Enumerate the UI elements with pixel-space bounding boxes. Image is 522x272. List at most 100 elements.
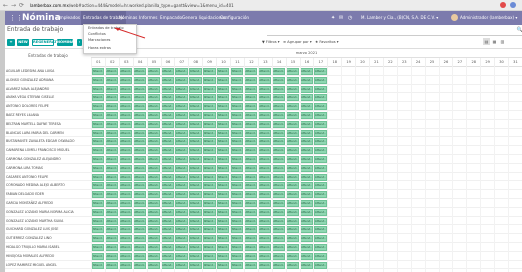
work-entry-pill[interactable]: Attend... — [230, 226, 244, 234]
work-entry-pill[interactable]: Attend... — [313, 261, 327, 269]
work-entry-pill[interactable]: Attend... — [300, 138, 313, 146]
work-entry-pill[interactable]: Attend... — [147, 85, 160, 93]
work-entry-pill[interactable]: Attend... — [300, 173, 313, 181]
chat-icon[interactable]: ✉ — [339, 15, 343, 21]
work-entry-pill[interactable]: Attend... — [202, 217, 216, 225]
work-entry-pill[interactable]: Attend... — [161, 103, 174, 111]
work-entry-pill[interactable]: Attend... — [105, 94, 119, 102]
work-entry-pill[interactable]: Attend... — [313, 156, 327, 163]
work-entry-pill[interactable]: Attend... — [174, 156, 188, 163]
menu-empleados[interactable]: Empleados — [57, 11, 80, 25]
work-entry-pill[interactable]: Attend... — [244, 252, 258, 260]
work-entry-pill[interactable]: Attend... — [216, 138, 230, 146]
new-button[interactable]: NEW — [17, 39, 29, 46]
work-entry-pill[interactable]: Attend... — [286, 208, 299, 216]
work-entry-pill[interactable]: Attend... — [216, 129, 230, 137]
work-entry-pill[interactable]: Attend... — [286, 76, 299, 84]
work-entry-pill[interactable]: Attend... — [202, 235, 216, 243]
work-entry-pill[interactable]: Attend... — [147, 156, 160, 163]
work-entry-pill[interactable]: Attend... — [133, 156, 147, 163]
work-entry-pill[interactable]: Attend... — [216, 120, 230, 128]
work-entry-pill[interactable]: Attend... — [216, 68, 230, 75]
work-entry-pill[interactable]: Attend... — [313, 138, 327, 146]
work-entry-pill[interactable]: Attend... — [147, 112, 160, 119]
work-entry-pill[interactable]: Attend... — [119, 85, 133, 93]
work-entry-pill[interactable]: Attend... — [300, 208, 313, 216]
work-entry-pill[interactable]: Attend... — [188, 112, 202, 119]
work-entry-pill[interactable]: Attend... — [119, 129, 133, 137]
employee-name[interactable]: ALVAREZ NAVA ALEJANDRO — [6, 85, 90, 94]
work-entry-pill[interactable]: Attend... — [300, 217, 313, 225]
work-entry-pill[interactable]: Attend... — [258, 226, 272, 234]
work-entry-pill[interactable]: Attend... — [147, 217, 160, 225]
work-entry-pill[interactable]: Attend... — [216, 156, 230, 163]
work-entry-pill[interactable]: Attend... — [133, 129, 147, 137]
work-entry-pill[interactable]: Attend... — [91, 191, 105, 199]
work-entry-pill[interactable]: Attend... — [119, 191, 133, 199]
work-entry-pill[interactable]: Attend... — [286, 173, 299, 181]
work-entry-pill[interactable]: Attend... — [188, 226, 202, 234]
work-entry-pill[interactable]: Attend... — [147, 120, 160, 128]
work-entry-pill[interactable]: Attend... — [147, 76, 160, 84]
work-entry-pill[interactable]: Attend... — [244, 120, 258, 128]
work-entry-pill[interactable]: Attend... — [244, 261, 258, 269]
employee-name[interactable]: HIDALGO TRUJILLO MARIA ISABEL — [6, 243, 90, 252]
work-entry-pill[interactable]: Attend... — [313, 85, 327, 93]
work-entry-pill[interactable]: Attend... — [119, 244, 133, 251]
work-entry-pill[interactable]: Attend... — [105, 120, 119, 128]
work-entry-pill[interactable]: Attend... — [147, 164, 160, 172]
reload-icon[interactable]: ⟳ — [19, 2, 24, 9]
work-entry-pill[interactable]: Attend... — [147, 182, 160, 190]
work-entry-pill[interactable]: Attend... — [147, 173, 160, 181]
work-entry-pill[interactable]: Attend... — [272, 235, 286, 243]
work-entry-pill[interactable]: Attend... — [286, 85, 299, 93]
work-entry-pill[interactable]: Attend... — [91, 164, 105, 172]
work-entry-pill[interactable]: Attend... — [147, 261, 160, 269]
work-entry-pill[interactable]: Attend... — [174, 94, 188, 102]
work-entry-pill[interactable]: Attend... — [133, 103, 147, 111]
work-entry-pill[interactable]: Attend... — [216, 252, 230, 260]
work-entry-pill[interactable]: Attend... — [174, 164, 188, 172]
work-entry-pill[interactable]: Attend... — [91, 94, 105, 102]
work-entry-pill[interactable]: Attend... — [272, 164, 286, 172]
work-entry-pill[interactable]: Attend... — [174, 129, 188, 137]
work-entry-pill[interactable]: Attend... — [272, 129, 286, 137]
employee-name[interactable]: GARCIA MONTAÑEZ ALFREDO — [6, 199, 90, 208]
work-entry-pill[interactable]: Attend... — [133, 217, 147, 225]
work-entry-pill[interactable]: Attend... — [202, 173, 216, 181]
work-entry-pill[interactable]: Attend... — [286, 252, 299, 260]
work-entry-pill[interactable]: Attend... — [313, 76, 327, 84]
work-entry-pill[interactable]: Attend... — [119, 226, 133, 234]
work-entry-pill[interactable]: Attend... — [91, 103, 105, 111]
work-entry-pill[interactable]: Attend... — [188, 261, 202, 269]
employee-name[interactable]: CARMONA LIRA TOMAS — [6, 164, 90, 173]
work-entry-pill[interactable]: Attend... — [300, 147, 313, 155]
work-entry-pill[interactable]: Attend... — [174, 191, 188, 199]
work-entry-pill[interactable]: Attend... — [300, 244, 313, 251]
work-entry-pill[interactable]: Attend... — [174, 68, 188, 75]
work-entry-pill[interactable]: Attend... — [119, 112, 133, 119]
work-entry-pill[interactable]: Attend... — [244, 68, 258, 75]
work-entry-pill[interactable]: Attend... — [188, 68, 202, 75]
work-entry-pill[interactable]: Attend... — [91, 129, 105, 137]
employee-name[interactable]: FABIAN DELGADO EDER — [6, 190, 90, 199]
work-entry-pill[interactable]: Attend... — [230, 112, 244, 119]
work-entry-pill[interactable]: Attend... — [91, 156, 105, 163]
work-entry-pill[interactable]: Attend... — [133, 138, 147, 146]
work-entry-pill[interactable]: Attend... — [216, 191, 230, 199]
work-entry-pill[interactable]: Attend... — [286, 261, 299, 269]
work-entry-pill[interactable]: Attend... — [147, 94, 160, 102]
work-entry-pill[interactable]: Attend... — [147, 208, 160, 216]
work-entry-pill[interactable]: Attend... — [230, 217, 244, 225]
work-entry-pill[interactable]: Attend... — [230, 182, 244, 190]
work-entry-pill[interactable]: Attend... — [133, 94, 147, 102]
work-entry-pill[interactable]: Attend... — [161, 112, 174, 119]
work-entry-pill[interactable]: Attend... — [202, 244, 216, 251]
work-entry-pill[interactable]: Attend... — [258, 112, 272, 119]
work-entry-pill[interactable]: Attend... — [174, 103, 188, 111]
work-entry-pill[interactable]: Attend... — [272, 156, 286, 163]
work-entry-pill[interactable]: Attend... — [300, 182, 313, 190]
work-entry-pill[interactable]: Attend... — [188, 200, 202, 207]
work-entry-pill[interactable]: Attend... — [300, 252, 313, 260]
work-entry-pill[interactable]: Attend... — [244, 244, 258, 251]
